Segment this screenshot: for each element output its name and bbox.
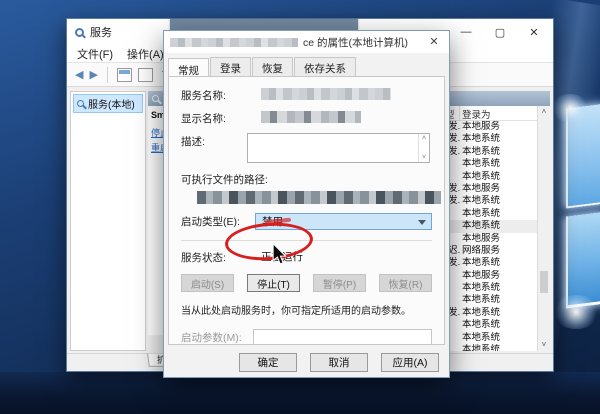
- services-node-icon: [77, 100, 84, 107]
- back-icon[interactable]: ◀: [75, 68, 83, 81]
- ok-button[interactable]: 确定: [239, 353, 297, 372]
- dialog-close-icon[interactable]: ✕: [423, 34, 445, 50]
- resume-button[interactable]: 恢复(R): [379, 274, 432, 292]
- cell-logon-as: 网络服务: [460, 245, 538, 257]
- dialog-title: ce 的属性(本地计算机): [303, 35, 408, 50]
- start-button[interactable]: 启动(S): [181, 274, 234, 292]
- cell-logon-as: 本地系统: [460, 146, 538, 158]
- show-console-tree-icon[interactable]: [117, 68, 132, 82]
- cell-logon-as: 本地系统: [460, 257, 538, 269]
- cell-logon-as: 本地系统: [460, 133, 538, 145]
- scroll-up-icon[interactable]: ˄: [538, 106, 550, 118]
- service-properties-dialog: ce 的属性(本地计算机) ✕ 常规 登录 恢复 依存关系 服务名称: 显示名称…: [163, 30, 450, 378]
- general-tab-page: 服务名称: 显示名称: 描述: ˄˅ 可执行文件的路径: 启动类型(E): 禁用: [168, 76, 445, 345]
- startup-type-label: 启动类型(E):: [181, 213, 247, 229]
- wallpaper-bottom: [0, 372, 600, 414]
- description-textarea[interactable]: ˄˅: [247, 133, 430, 163]
- service-control-buttons: 启动(S) 停止(T) 暂停(P) 恢复(R): [181, 274, 432, 292]
- cell-logon-as: 本地系统: [460, 294, 538, 306]
- forward-icon[interactable]: ▶: [89, 68, 97, 81]
- properties-icon[interactable]: [138, 68, 153, 82]
- dialog-footer: 确定 取消 应用(A): [164, 347, 449, 377]
- toolbar-separator: [107, 67, 108, 83]
- sidebar-item-services-local[interactable]: 服务(本地): [73, 94, 143, 113]
- list-scrollbar[interactable]: ˄ ˅: [537, 106, 550, 351]
- cell-logon-as: 本地系统: [460, 344, 538, 351]
- close-button[interactable]: ✕: [517, 19, 551, 45]
- cell-logon-as: 本地服务: [460, 233, 538, 245]
- startup-params-label: 启动参数(M):: [181, 329, 253, 345]
- startup-params-note: 当从此处启动服务时，你可指定所适用的启动参数。: [181, 302, 432, 317]
- scroll-down-icon[interactable]: ˅: [422, 154, 426, 161]
- pause-button[interactable]: 暂停(P): [313, 274, 366, 292]
- censored-executable-path: [197, 191, 441, 204]
- minimize-button[interactable]: —: [449, 19, 483, 45]
- services-window-title: 服务: [90, 24, 112, 40]
- chevron-down-icon[interactable]: [418, 220, 426, 225]
- mouse-cursor-icon: [272, 243, 287, 265]
- startup-params-input[interactable]: [253, 329, 432, 345]
- censored-service-name-value: [261, 88, 391, 100]
- services-app-icon: [75, 28, 84, 37]
- sidebar-item-label: 服务(本地): [88, 96, 135, 111]
- cell-logon-as: 本地服务: [460, 270, 538, 282]
- censored-service-name: [170, 38, 298, 47]
- stop-button[interactable]: 停止(T): [247, 274, 300, 292]
- cell-logon-as: 本地系统: [460, 158, 538, 170]
- maximize-button[interactable]: ▢: [483, 19, 517, 45]
- scroll-up-icon[interactable]: ˄: [422, 135, 426, 142]
- executable-path-label: 可执行文件的路径:: [181, 172, 432, 187]
- censored-display-name-value: [261, 111, 361, 123]
- dialog-titlebar[interactable]: ce 的属性(本地计算机) ✕: [164, 31, 449, 53]
- column-header-logon-as[interactable]: 登录为: [460, 106, 538, 120]
- desktop: 服务 — ▢ ✕ 文件(F) 操作(A) 查看(V) ◀ ▶ ↻: [0, 0, 600, 414]
- cell-logon-as: 本地系统: [460, 195, 538, 207]
- console-tree-panel: 服务(本地): [70, 91, 146, 351]
- cell-logon-as: 本地系统: [460, 307, 538, 319]
- scroll-down-icon[interactable]: ˅: [538, 339, 550, 351]
- logo-glow: [550, 94, 590, 122]
- cell-logon-as: 本地系统: [460, 208, 538, 220]
- menu-action[interactable]: 操作(A): [127, 46, 164, 62]
- cell-logon-as: 本地服务: [460, 183, 538, 195]
- apply-button[interactable]: 应用(A): [381, 353, 439, 372]
- divider: [181, 240, 432, 241]
- cell-logon-as: 本地服务: [460, 121, 538, 133]
- cancel-button[interactable]: 取消: [310, 353, 368, 372]
- description-label: 描述:: [181, 133, 247, 149]
- textarea-scrollbar[interactable]: ˄˅: [418, 134, 429, 162]
- service-status-label: 服务状态:: [181, 249, 247, 265]
- pane-header-icon: [152, 95, 159, 102]
- cell-logon-as: 本地系统: [460, 282, 538, 294]
- service-name-label: 服务名称:: [181, 87, 247, 103]
- cell-logon-as: 本地系统: [460, 319, 538, 331]
- windows-logo-bottom-pane-icon: [566, 212, 600, 309]
- cell-logon-as: 本地系统: [460, 332, 538, 344]
- cell-logon-as: 本地系统: [460, 171, 538, 183]
- logo-glow: [552, 295, 600, 329]
- cell-logon-as: 本地系统: [460, 220, 538, 232]
- menu-file[interactable]: 文件(F): [77, 46, 113, 62]
- scrollbar-thumb[interactable]: [540, 271, 548, 293]
- display-name-label: 显示名称:: [181, 110, 247, 126]
